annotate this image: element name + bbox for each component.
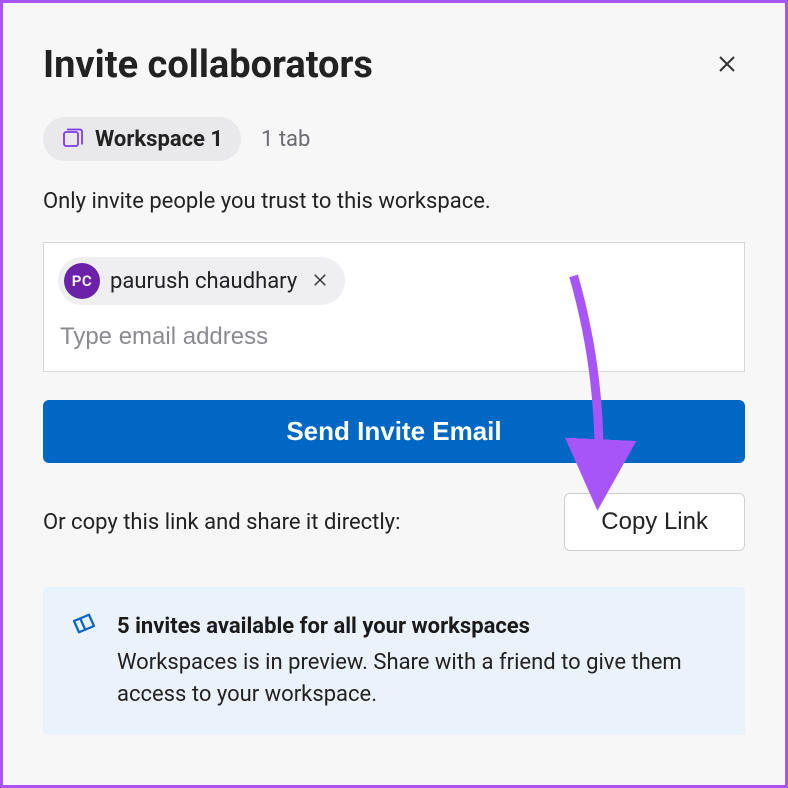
copy-link-button[interactable]: Copy Link: [564, 493, 745, 551]
tab-count-label: 1 tab: [261, 127, 310, 152]
info-title: 5 invites available for all your workspa…: [117, 611, 719, 643]
invitee-name: paurush chaudhary: [110, 269, 297, 294]
close-icon: [311, 271, 329, 292]
email-invite-box[interactable]: PC paurush chaudhary: [43, 242, 745, 372]
workspace-name: Workspace 1: [95, 127, 223, 152]
workspace-chip[interactable]: Workspace 1: [43, 117, 241, 161]
close-button[interactable]: [709, 46, 745, 85]
remove-invitee-button[interactable]: [307, 267, 333, 296]
copy-link-prompt: Or copy this link and share it directly:: [43, 510, 400, 535]
invites-info-panel: 5 invites available for all your workspa…: [43, 587, 745, 735]
trust-subtitle: Only invite people you trust to this wor…: [43, 189, 745, 214]
dialog-title: Invite collaborators: [43, 43, 373, 87]
info-description: Workspaces is in preview. Share with a f…: [117, 647, 719, 711]
email-input[interactable]: [58, 319, 730, 355]
workspace-stack-icon: [61, 125, 85, 153]
close-icon: [715, 52, 739, 79]
avatar: PC: [64, 263, 100, 299]
send-invite-button[interactable]: Send Invite Email: [43, 400, 745, 463]
ticket-icon: [69, 611, 99, 645]
invitee-chip[interactable]: PC paurush chaudhary: [58, 257, 345, 305]
